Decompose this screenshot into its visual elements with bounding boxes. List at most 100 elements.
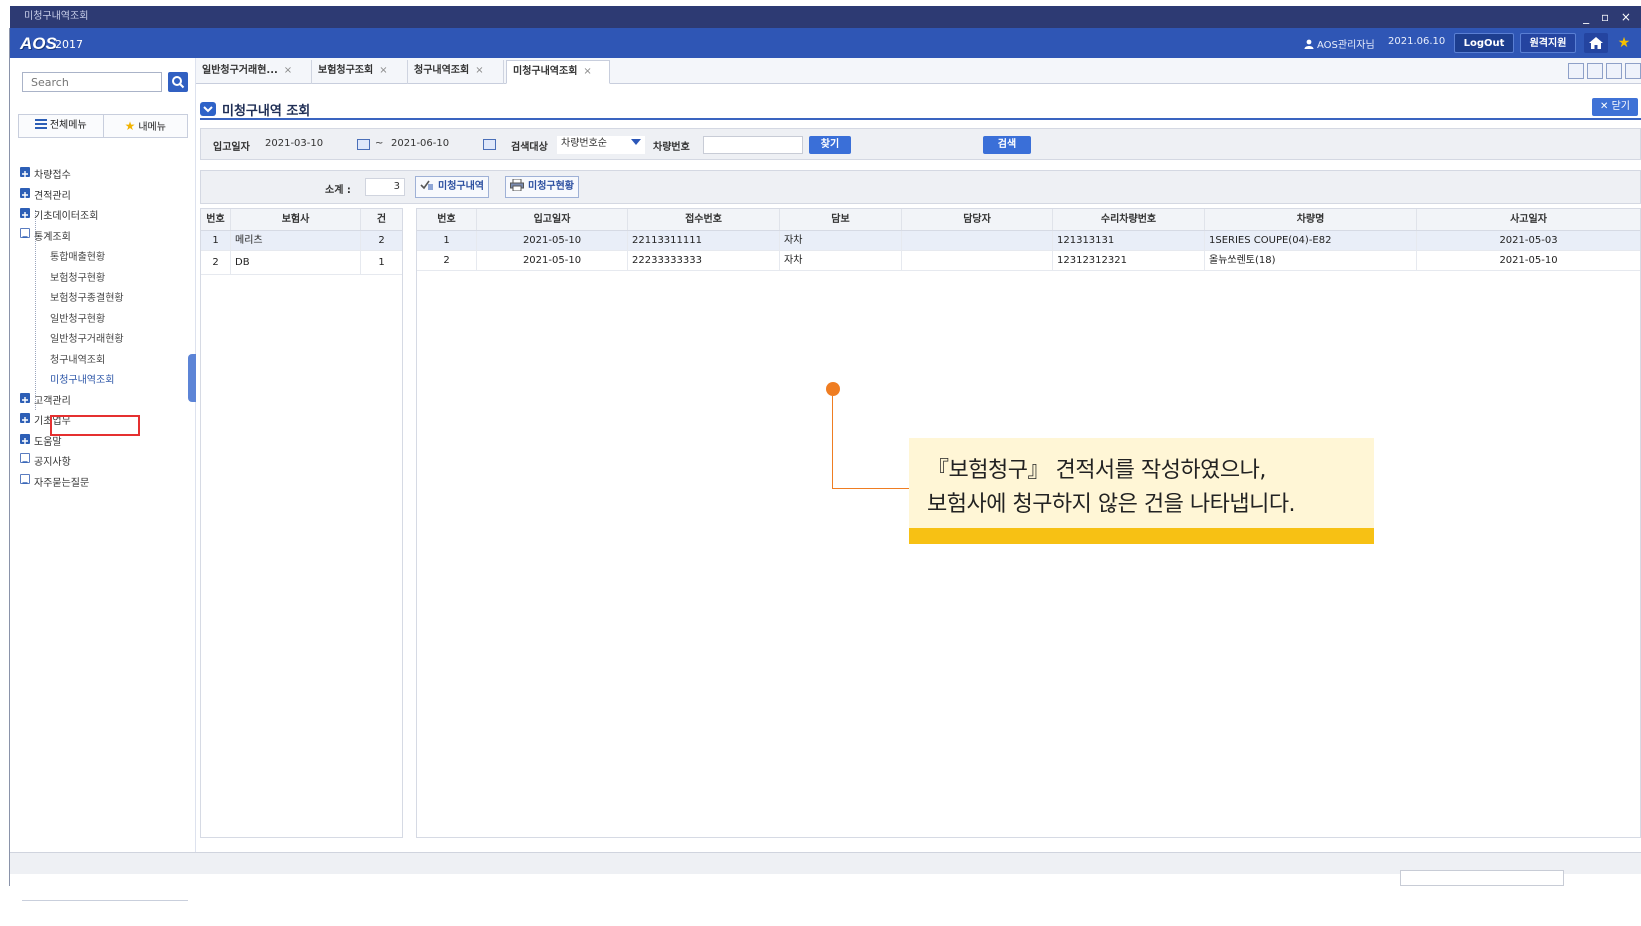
table-row[interactable]: 1 2021-05-10 22113311111 자차 121313131 1S…: [417, 231, 1640, 251]
close-page-button[interactable]: ✕ 닫기: [1592, 98, 1638, 116]
collapse-icon[interactable]: [20, 473, 30, 484]
expand-icon[interactable]: [20, 413, 30, 423]
unclaimed-list-button[interactable]: 미청구내역: [415, 176, 489, 198]
window-controls[interactable]: _ ▫ ×: [1583, 6, 1635, 28]
callout-text: 『보험청구』 견적서를 작성하였으나,: [927, 458, 1266, 483]
car-number-input[interactable]: [703, 136, 803, 154]
menu-tree: 차량접수 견적관리 기초데이터조회통계조회통합매출현황 보험청구현황 보험청구종결현황일…: [20, 166, 190, 494]
table-cell: 자차: [780, 251, 902, 270]
logout-button[interactable]: LogOut: [1454, 33, 1514, 53]
calendar-icon[interactable]: [357, 139, 370, 150]
tree-group-item[interactable]: 견적관리: [20, 187, 190, 208]
window-title: 미청구내역조회: [24, 11, 89, 22]
collapse-icon[interactable]: [20, 227, 30, 238]
tree-item[interactable]: 보험청구현황: [20, 269, 190, 290]
tree-item-label: 미청구내역조회: [50, 375, 115, 386]
tree-item[interactable]: 일반청구거래현황: [20, 330, 190, 351]
expand-icon[interactable]: [20, 167, 30, 177]
search-input[interactable]: [22, 72, 162, 92]
search-button[interactable]: [168, 72, 188, 92]
expand-icon[interactable]: [20, 208, 30, 218]
tree-item-label: 일반청구거래현황: [50, 334, 124, 345]
column-header[interactable]: 번호: [201, 209, 231, 230]
tab-insurance-claim-inquiry[interactable]: 보험청구조회 ×: [312, 60, 408, 84]
column-header[interactable]: 수리차량번호: [1053, 209, 1205, 230]
tab-unclaimed-history-inquiry[interactable]: 미청구내역조회 ×: [506, 60, 610, 84]
column-header[interactable]: 건: [361, 209, 402, 230]
table-cell: 1SERIES COUPE(04)-E82: [1205, 231, 1417, 250]
table-cell: 2021-05-10: [1499, 255, 1558, 266]
tab-close-all-icon[interactable]: [1587, 63, 1603, 79]
tree-group-item[interactable]: 공지사항: [20, 453, 190, 474]
table-cell: 22233333333: [628, 251, 780, 270]
column-header[interactable]: 입고일자: [477, 209, 628, 230]
column-header[interactable]: 보험사: [231, 209, 361, 230]
tab-close-icon[interactable]: ×: [475, 65, 483, 76]
tree-item[interactable]: 일반청구현황: [20, 310, 190, 331]
tab-close-icon[interactable]: ×: [583, 66, 591, 77]
find-button[interactable]: 찾기: [809, 136, 851, 154]
column-header[interactable]: 담당자: [902, 209, 1053, 230]
column-header[interactable]: 차량명: [1205, 209, 1417, 230]
home-icon: [1589, 37, 1603, 49]
tree-item[interactable]: 청구내역조회: [20, 351, 190, 372]
tab-claim-history-inquiry[interactable]: 청구내역조회 ×: [408, 60, 504, 84]
window-titlebar: 미청구내역조회 _ ▫ ×: [10, 6, 1641, 28]
table-row[interactable]: 1 메리츠 2: [201, 231, 402, 251]
tree-item[interactable]: 보험청구종결현황: [20, 289, 190, 310]
date-label: 입고일자: [213, 142, 250, 153]
unclaimed-status-button[interactable]: 미청구현황: [505, 176, 579, 198]
tab-new-window-icon[interactable]: [1606, 63, 1622, 79]
search-button[interactable]: 검색: [983, 136, 1031, 154]
expand-icon[interactable]: [20, 187, 30, 198]
tree-group-item[interactable]: 통계조회: [20, 227, 190, 249]
chevron-down-icon[interactable]: [631, 139, 641, 145]
sidebar-collapse-handle[interactable]: [188, 354, 196, 402]
tab-all-menu[interactable]: 전체메뉴: [19, 115, 104, 137]
callout-accent-bar: [909, 528, 1374, 544]
favorite-button[interactable]: ★: [1612, 33, 1636, 53]
chevron-down-icon: [200, 102, 216, 116]
table-row[interactable]: 2 2021-05-10 22233333333 자차 12312312321 …: [417, 251, 1640, 271]
tree-item-label: 일반청구현황: [50, 313, 106, 325]
tree-item[interactable]: 통합매출현황: [20, 248, 190, 269]
tab-list-icon[interactable]: [1625, 63, 1641, 79]
date-separator: ~: [375, 138, 384, 149]
table-cell: 자차: [780, 231, 902, 250]
printer-icon: [510, 179, 524, 191]
tree-group-item[interactable]: 고객관리: [20, 392, 190, 413]
table-row[interactable]: 2 DB 1: [201, 251, 402, 275]
hamburger-icon: [34, 119, 47, 129]
tab-general-claim-transactions[interactable]: 일반청구거래현... ×: [196, 60, 312, 84]
tree-item-selected[interactable]: 미청구내역조회: [20, 371, 190, 392]
checklist-icon: [420, 180, 433, 190]
tab-close-icon[interactable]: ×: [379, 65, 387, 76]
user-name: AOS관리자님: [1317, 40, 1375, 51]
home-button[interactable]: [1584, 33, 1608, 53]
column-header[interactable]: 번호: [417, 209, 477, 230]
collapse-icon[interactable]: [20, 453, 30, 463]
tree-item-label: 자주묻는질문: [34, 477, 90, 489]
tab-close-icon[interactable]: ×: [284, 65, 292, 76]
unclaimed-list-label: 미청구내역: [438, 181, 484, 192]
tree-group-item[interactable]: 차량접수: [20, 166, 190, 187]
tab-settings-icon[interactable]: [1568, 63, 1584, 79]
table-cell: 메리츠: [231, 231, 361, 250]
tree-item-label: 통계조회: [34, 231, 71, 243]
tree-group-item[interactable]: 기초데이터조회: [20, 207, 190, 228]
table-cell: [902, 231, 1053, 250]
expand-icon[interactable]: [20, 392, 30, 403]
tab-my-menu[interactable]: ★ 내메뉴: [104, 115, 188, 137]
tree-group-item[interactable]: 자주묻는질문: [20, 473, 190, 495]
date-from-input[interactable]: 2021-03-10: [261, 136, 351, 154]
remote-support-button[interactable]: 원격지원: [1520, 33, 1576, 53]
column-header[interactable]: 사고일자: [1417, 209, 1640, 230]
calendar-icon[interactable]: [483, 139, 496, 150]
expand-icon[interactable]: [20, 433, 30, 444]
date-to-input[interactable]: 2021-06-10: [387, 136, 477, 154]
column-header[interactable]: 담보: [780, 209, 902, 230]
column-header[interactable]: 접수번호: [628, 209, 780, 230]
status-bottom: [10, 874, 1641, 886]
title-divider: [200, 118, 1641, 120]
search-target-label: 검색대상: [511, 142, 548, 153]
